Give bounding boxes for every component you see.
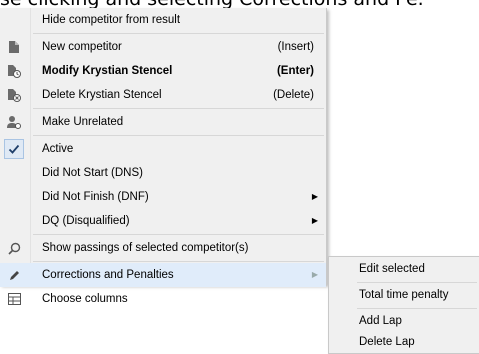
unrelate-icon bbox=[7, 115, 21, 129]
menu-item-label: Active bbox=[42, 143, 74, 155]
submenu-arrow-icon: ▶ bbox=[311, 192, 318, 201]
modify-competitor-icon bbox=[7, 64, 21, 78]
menu-item-label: Show passings of selected competitor(s) bbox=[42, 242, 249, 254]
submenu-item-label: Delete Lap bbox=[359, 336, 415, 348]
submenu-item-label: Total time penalty bbox=[359, 289, 449, 301]
menu-separator bbox=[33, 234, 324, 235]
menu-item-modify-competitor[interactable]: Modify Krystian Stencel (Enter) bbox=[0, 59, 326, 83]
menu-item-new-competitor[interactable]: New competitor (Insert) bbox=[0, 35, 326, 59]
columns-grid-icon bbox=[7, 292, 21, 306]
menu-item-delete-competitor[interactable]: Delete Krystian Stencel (Delete) bbox=[0, 83, 326, 107]
menu-item-shortcut: (Enter) bbox=[276, 65, 314, 77]
menu-item-label: Choose columns bbox=[42, 293, 128, 305]
menu-item-shortcut: (Delete) bbox=[273, 89, 314, 101]
menu-item-label: Corrections and Penalties bbox=[42, 269, 174, 281]
menu-item-label: Did Not Start (DNS) bbox=[42, 167, 143, 179]
submenu-arrow-icon: ▶ bbox=[311, 270, 318, 279]
submenu-item-edit-selected[interactable]: Edit selected bbox=[329, 257, 479, 281]
menu-item-hide-competitor[interactable]: Hide competitor from result bbox=[0, 8, 326, 32]
menu-item-make-unrelated[interactable]: Make Unrelated bbox=[0, 110, 326, 134]
menu-item-label: New competitor bbox=[42, 41, 122, 53]
corrections-submenu: Edit selected Total time penalty Add Lap… bbox=[328, 256, 479, 354]
menu-separator bbox=[33, 135, 324, 136]
menu-item-label: Delete Krystian Stencel bbox=[42, 89, 162, 101]
menu-separator bbox=[33, 33, 324, 34]
menu-item-label: Make Unrelated bbox=[42, 116, 124, 128]
menu-item-dq[interactable]: DQ (Disqualified) ▶ bbox=[0, 209, 326, 233]
search-icon bbox=[7, 241, 21, 255]
menu-item-dnf[interactable]: Did Not Finish (DNF) ▶ bbox=[0, 185, 326, 209]
submenu-item-total-time-penalty[interactable]: Total time penalty bbox=[329, 283, 479, 307]
submenu-item-delete-lap[interactable]: Delete Lap bbox=[329, 330, 479, 354]
checkmark-icon bbox=[7, 142, 21, 156]
menu-item-dns[interactable]: Did Not Start (DNS) bbox=[0, 161, 326, 185]
menu-item-label: Modify Krystian Stencel bbox=[42, 65, 173, 77]
menu-separator bbox=[33, 108, 324, 109]
menu-separator bbox=[33, 261, 324, 262]
context-menu: Hide competitor from result New competit… bbox=[0, 8, 327, 305]
submenu-arrow-icon: ▶ bbox=[311, 216, 318, 225]
menu-item-label: Did Not Finish (DNF) bbox=[42, 191, 149, 203]
menu-item-label: Hide competitor from result bbox=[42, 14, 181, 26]
menu-item-choose-columns[interactable]: Choose columns bbox=[0, 287, 326, 311]
delete-competitor-icon bbox=[7, 88, 21, 102]
menu-item-shortcut: (Insert) bbox=[277, 41, 314, 53]
new-competitor-icon bbox=[7, 40, 21, 54]
pencil-icon bbox=[7, 268, 21, 282]
menu-item-show-passings[interactable]: Show passings of selected competitor(s) bbox=[0, 236, 326, 260]
menu-item-label: DQ (Disqualified) bbox=[42, 215, 130, 227]
menu-item-active[interactable]: Active bbox=[0, 137, 326, 161]
menu-item-corrections-penalties[interactable]: Corrections and Penalties ▶ bbox=[0, 263, 326, 287]
submenu-item-label: Edit selected bbox=[359, 263, 425, 275]
